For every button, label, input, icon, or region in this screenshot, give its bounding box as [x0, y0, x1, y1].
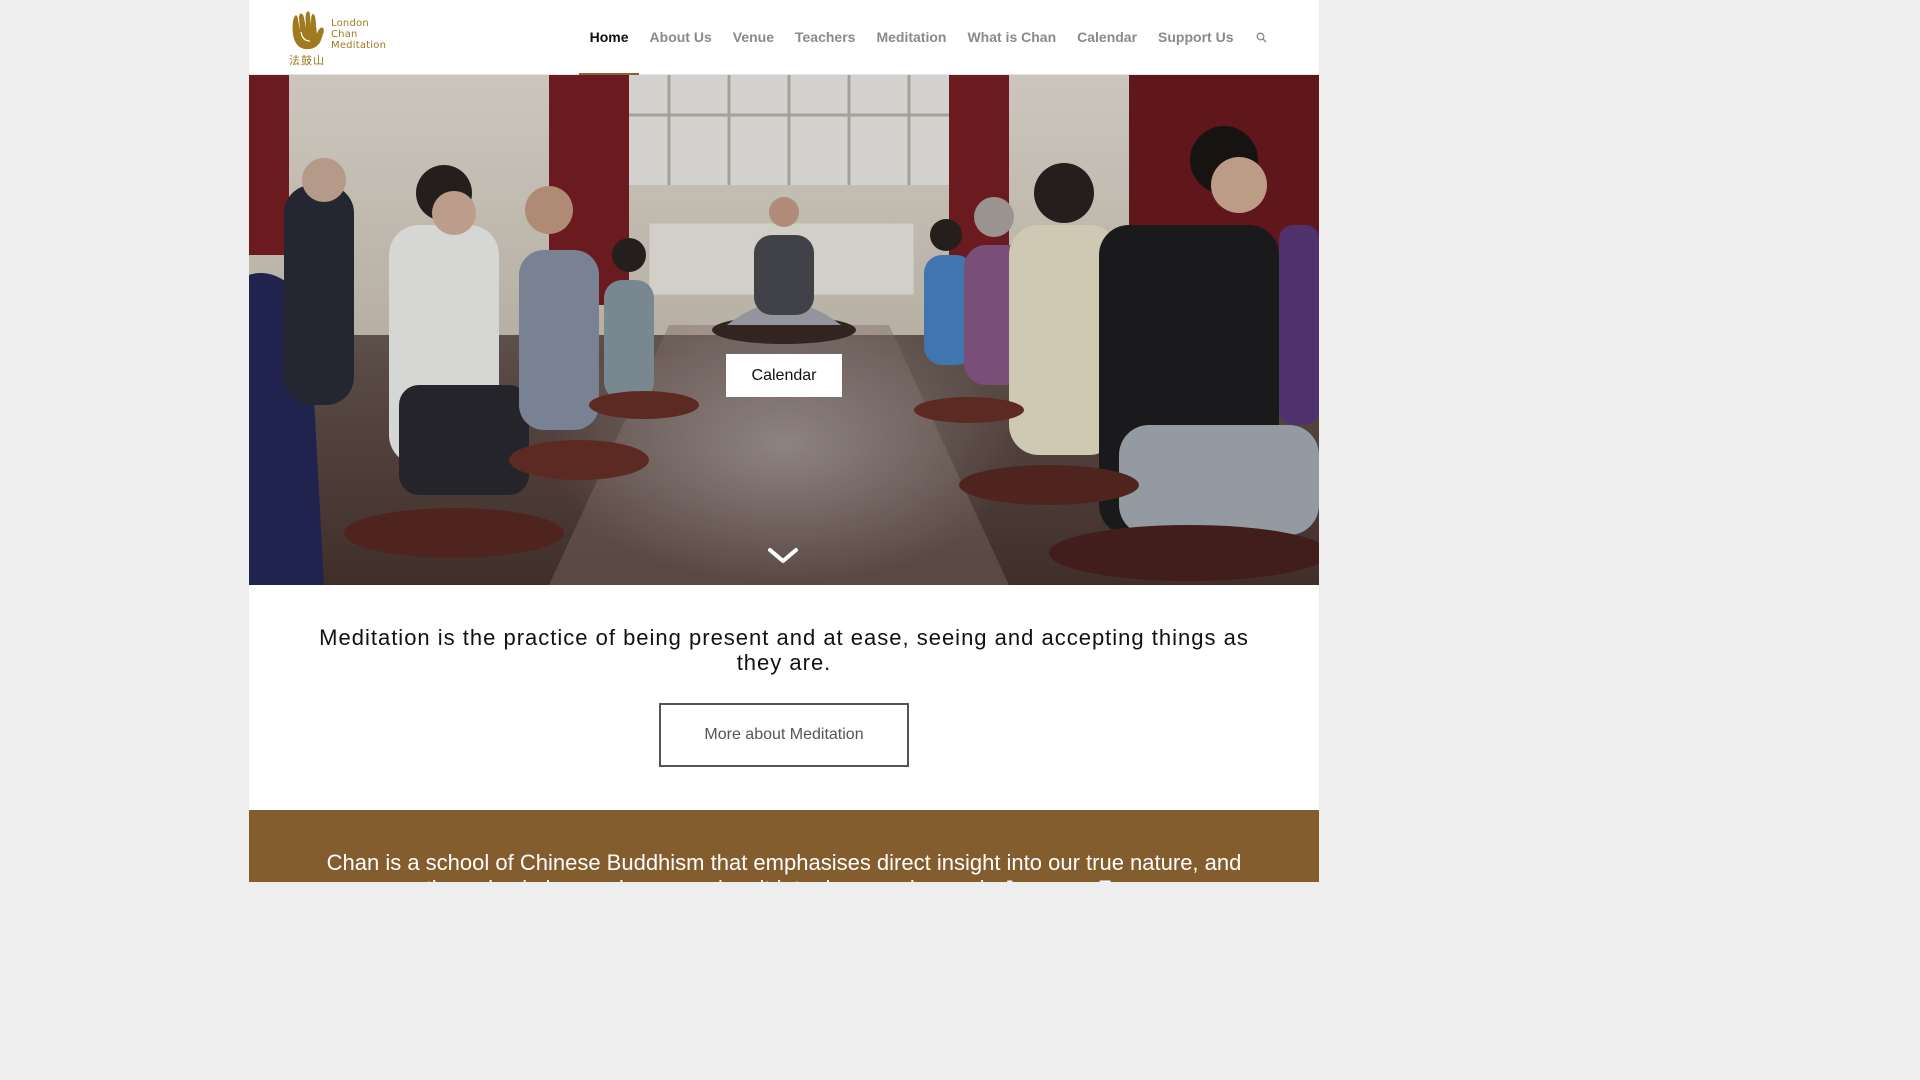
site-header: London Chan Meditation 法鼓山 Home About Us…: [249, 0, 1319, 75]
nav-item-teachers[interactable]: Teachers: [785, 0, 866, 74]
nav-item-venue[interactable]: Venue: [722, 0, 784, 74]
logo-line-1: London: [331, 18, 369, 29]
chan-description: Chan is a school of Chinese Buddhism tha…: [326, 850, 1242, 882]
hero-banner: Calendar: [249, 75, 1319, 585]
more-about-meditation-button[interactable]: More about Meditation: [659, 703, 909, 767]
page: London Chan Meditation 法鼓山 Home About Us…: [249, 0, 1319, 882]
logo-line-2: Chan: [331, 29, 358, 40]
nav-item-meditation[interactable]: Meditation: [866, 0, 957, 74]
hero-photo: [249, 75, 1319, 585]
logo-line-3: Meditation: [331, 40, 387, 51]
nav-item-support-us[interactable]: Support Us: [1148, 0, 1244, 74]
nav-item-what-is-chan[interactable]: What is Chan: [957, 0, 1067, 74]
meditation-quote: Meditation is the practice of being pres…: [319, 625, 1249, 675]
chevron-down-icon[interactable]: [766, 545, 800, 567]
nav-item-calendar[interactable]: Calendar: [1067, 0, 1148, 74]
site-logo[interactable]: London Chan Meditation 法鼓山: [289, 8, 399, 68]
chan-section: Chan is a school of Chinese Buddhism tha…: [249, 810, 1319, 882]
calendar-hero-button[interactable]: Calendar: [726, 354, 842, 397]
logo-text: London Chan Meditation: [331, 18, 386, 51]
main-nav: Home About Us Venue Teachers Meditation …: [579, 0, 1319, 75]
search-icon: [1256, 32, 1267, 43]
intro-section: Meditation is the practice of being pres…: [249, 585, 1319, 810]
logo-hand-icon: [292, 11, 324, 50]
search-button[interactable]: [1244, 0, 1319, 74]
logo-cjk: 法鼓山: [289, 54, 325, 67]
nav-item-home[interactable]: Home: [579, 0, 639, 75]
nav-item-about-us[interactable]: About Us: [639, 0, 722, 74]
